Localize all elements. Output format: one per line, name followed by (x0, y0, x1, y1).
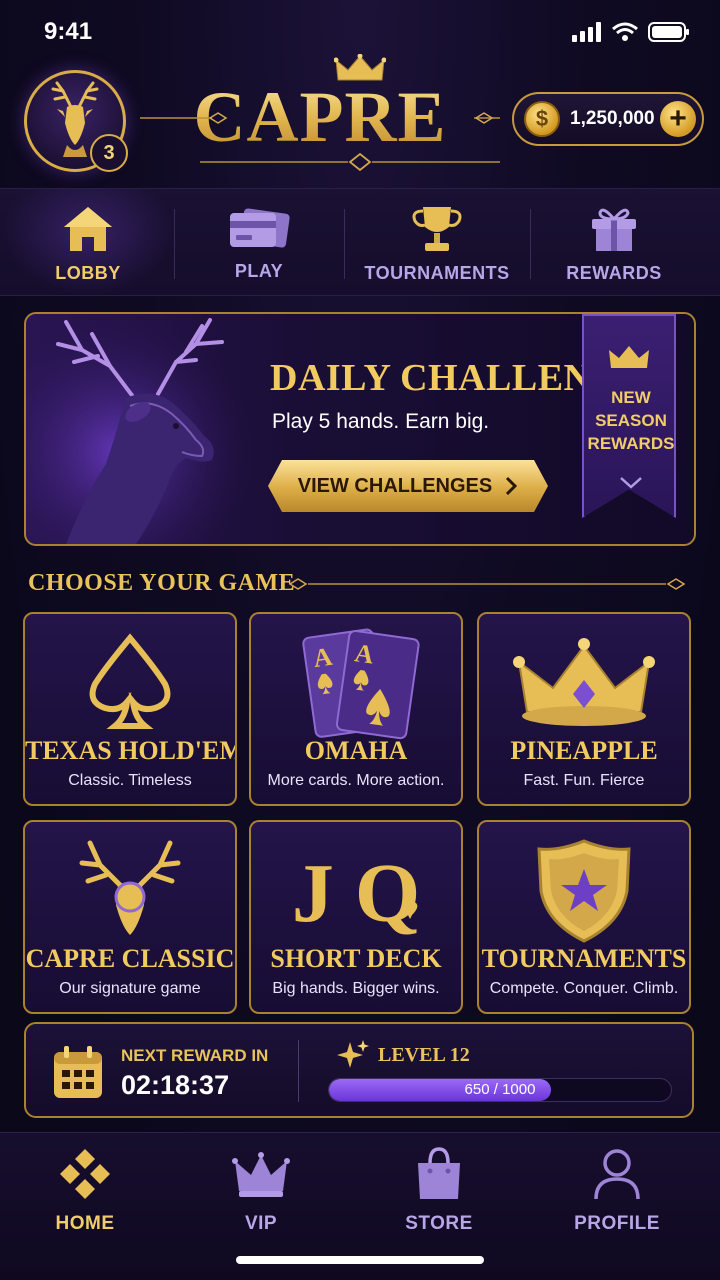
game-card-omaha[interactable]: A A OMAHA More cards. More action. (249, 612, 463, 806)
avatar-level-badge: 3 (90, 134, 128, 172)
tab-rewards-label: REWARDS (566, 262, 662, 283)
coin-icon: $ (524, 101, 560, 137)
game-title: TEXAS HOLD'EM (25, 736, 237, 765)
nav-home[interactable]: HOME (15, 1147, 155, 1235)
game-title: TOURNAMENTS (481, 944, 687, 973)
coin-amount: 1,250,000 (570, 108, 655, 129)
reward-panel: NEXT REWARD IN 02:18:37 LEVEL 12 650 / 1… (24, 1022, 694, 1118)
trophy-icon (412, 206, 462, 251)
section-ornament (288, 578, 686, 590)
ribbon-text: NEW SEASON REWARDS (584, 386, 676, 455)
stag-icon (79, 840, 181, 935)
level-label: LEVEL 12 (378, 1044, 470, 1066)
game-art (25, 830, 235, 950)
calendar-icon (54, 1046, 102, 1098)
game-desc: More cards. More action. (267, 772, 445, 789)
aces-icon: A A (302, 628, 420, 740)
game-title: PINEAPPLE (510, 736, 658, 765)
coin-balance: $ 1,250,000 + (512, 92, 704, 146)
nav-home-label: HOME (55, 1213, 115, 1234)
ribbon-line: NEW (611, 388, 651, 407)
game-desc: Fast. Fun. Fierce (523, 772, 645, 789)
home-icon (64, 206, 112, 251)
chevron-down-icon (620, 477, 642, 489)
diamond-grid-icon (60, 1149, 110, 1199)
game-card-short-deck[interactable]: J Q SHORT DECK Big hands. Bigger wins. (249, 820, 463, 1014)
view-challenges-button[interactable]: VIEW CHALLENGES (268, 460, 548, 512)
game-desc: Compete. Conquer. Climb. (489, 980, 679, 997)
jq-letters: J Q (292, 847, 420, 940)
view-challenges-label: VIEW CHALLENGES (297, 474, 493, 497)
user-icon (594, 1149, 640, 1200)
chevron-right-icon (506, 476, 518, 496)
brand-ornament (140, 112, 500, 172)
game-art: J Q (251, 830, 461, 950)
status-icons (572, 22, 690, 42)
bag-icon (418, 1147, 460, 1199)
game-art: A A (251, 622, 461, 742)
nav-profile-label: PROFILE (574, 1213, 660, 1234)
game-title: CAPRE CLASSIC (25, 944, 235, 973)
jq-icon: J Q (292, 847, 420, 940)
reward-countdown: 02:18:37 (121, 1070, 230, 1100)
battery-icon (648, 22, 689, 42)
game-card-pineapple[interactable]: PINEAPPLE Fast. Fun. Fierce (477, 612, 691, 806)
wifi-icon (612, 22, 638, 41)
tab-tournaments-label: TOURNAMENTS (364, 262, 510, 283)
gift-icon (592, 208, 636, 251)
daily-challenge-banner[interactable]: DAILY CHALLENGE Play 5 hands. Earn big. … (24, 312, 696, 546)
stag-illustration (26, 314, 256, 544)
ribbon-line: SEASON (595, 411, 667, 430)
game-desc: Our signature game (59, 980, 201, 997)
add-coins-button[interactable]: + (660, 101, 696, 137)
nav-store[interactable]: STORE (369, 1147, 509, 1235)
brand-logo: CAPRE (140, 54, 500, 184)
nav-vip[interactable]: VIP (191, 1147, 331, 1235)
nav-store-label: STORE (405, 1213, 473, 1234)
tab-play-label: PLAY (234, 260, 284, 281)
sparkle-icon (337, 1040, 369, 1068)
next-reward-label: NEXT REWARD IN (121, 1046, 269, 1065)
xp-progress-text: 650 / 1000 (464, 1081, 536, 1098)
spade-icon (89, 633, 171, 729)
tab-lobby-label: LOBBY (55, 262, 121, 283)
game-title: SHORT DECK (270, 944, 442, 973)
season-rewards-ribbon[interactable]: NEW SEASON REWARDS (582, 314, 676, 518)
crown-icon (513, 638, 655, 726)
game-art (479, 830, 689, 950)
tab-play[interactable]: PLAY (175, 189, 343, 297)
app-header: 3 CAPRE $ 1,250,000 + (0, 54, 720, 188)
game-card-capre-classic[interactable]: CAPRE CLASSIC Our signature game (23, 820, 237, 1014)
cards-icon (230, 207, 290, 248)
ribbon-line: REWARDS (587, 434, 675, 453)
nav-vip-label: VIP (244, 1213, 278, 1234)
game-title: OMAHA (304, 736, 408, 765)
tab-rewards[interactable]: REWARDS (531, 189, 697, 297)
signal-icon (572, 22, 601, 42)
tab-lobby[interactable]: LOBBY (2, 189, 174, 297)
xp-progress-bar: 650 / 1000 (328, 1078, 672, 1102)
vip-crown-icon (232, 1152, 290, 1197)
top-nav: LOBBY PLAY TOURNAMENTS REWARDS (0, 188, 720, 297)
section-title: CHOOSE YOUR GAME (28, 570, 296, 596)
shield-star-icon (537, 839, 631, 943)
nav-profile[interactable]: PROFILE (547, 1147, 687, 1235)
game-art (25, 622, 235, 742)
crown-icon (609, 346, 649, 368)
banner-subtitle: Play 5 hands. Earn big. (272, 410, 490, 433)
tab-tournaments[interactable]: TOURNAMENTS (345, 189, 529, 297)
status-time: 9:41 (44, 18, 93, 45)
game-desc: Big hands. Bigger wins. (272, 980, 440, 997)
home-indicator (236, 1256, 484, 1264)
game-art (479, 622, 689, 742)
game-card-tournaments[interactable]: TOURNAMENTS Compete. Conquer. Climb. (477, 820, 691, 1014)
reward-divider (298, 1040, 299, 1102)
game-card-texas-holdem[interactable]: TEXAS HOLD'EM Classic. Timeless (23, 612, 237, 806)
game-desc: Classic. Timeless (68, 772, 192, 789)
